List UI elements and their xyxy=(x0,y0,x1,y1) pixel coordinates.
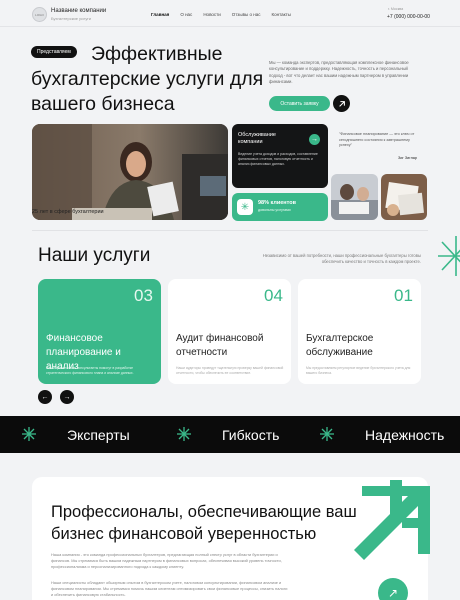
nav-item-reviews[interactable]: Отзывы о нас xyxy=(232,12,261,17)
card-description: Наши финансовые консультанты помогут в р… xyxy=(46,366,134,375)
nav-item-news[interactable]: Новости xyxy=(203,12,220,17)
service-card-description: Ведение учета доходов и расходов, состав… xyxy=(238,152,318,167)
clients-subtitle: довольны услугами xyxy=(258,208,291,212)
asterisk-decoration-icon xyxy=(438,236,460,276)
order-button[interactable]: Оставить заявку xyxy=(269,96,330,111)
about-title: Профессионалы, обеспечивающие ваш бизнес… xyxy=(51,503,357,543)
next-arrow-icon[interactable]: → xyxy=(60,390,74,404)
card-number: 01 xyxy=(394,286,413,305)
quote-author: Зиг Зиглар xyxy=(398,156,418,160)
clients-count: 98% клиентов xyxy=(258,200,296,206)
header-divider xyxy=(0,26,460,27)
logo[interactable]: LOGO xyxy=(32,7,47,22)
about-paragraph-2: Наши специалисты обладают обширным опыто… xyxy=(51,580,288,597)
services-description: Независимо от вашей потребности, наши пр… xyxy=(262,253,421,265)
prev-arrow-icon[interactable]: ← xyxy=(38,390,52,404)
phone-number[interactable]: +7 (000) 000-00-00 xyxy=(387,14,430,20)
company-subtitle: Бухгалтерские услуги xyxy=(51,16,92,21)
service-card-title: Обслуживание компании xyxy=(238,132,276,145)
city-label: г. Москва xyxy=(388,7,404,11)
company-name: Название компании xyxy=(51,8,107,14)
asterisk-icon xyxy=(177,427,191,441)
experience-label: 25 лет в сфере бухгалтерии xyxy=(32,209,104,215)
band-word-experts: Эксперты xyxy=(67,427,130,443)
about-paragraph-1: Наша компания - это команда профессионал… xyxy=(51,552,282,569)
card-title: Аудит финансовой отчетности xyxy=(176,333,264,358)
card-description: Мы предоставляем регулярное ведение бухг… xyxy=(306,366,411,375)
hero-badge: Представляем xyxy=(31,46,77,58)
card-description: Наши аудиторы проведут тщательную провер… xyxy=(176,366,284,375)
main-nav: Главная О нас Новости Отзывы о нас Конта… xyxy=(151,12,291,17)
arrow-up-right-button[interactable]: ↗ xyxy=(378,578,408,600)
card-title: Бухгалтерское обслуживание xyxy=(306,333,374,358)
services-title: Наши услуги xyxy=(38,245,151,266)
hero-description: Мы — команда экспертов, предоставляющая … xyxy=(269,60,409,85)
card-number: 03 xyxy=(134,286,153,305)
nav-item-home[interactable]: Главная xyxy=(151,12,169,17)
nav-item-contacts[interactable]: Контакты xyxy=(271,12,290,17)
hero-photo xyxy=(32,124,228,220)
card-number: 04 xyxy=(264,286,283,305)
star-icon: ✳ xyxy=(237,199,253,215)
band-word-flexibility: Гибкость xyxy=(222,427,280,443)
section-divider xyxy=(32,230,428,231)
nav-item-about[interactable]: О нас xyxy=(180,12,192,17)
arrow-right-icon[interactable]: → xyxy=(309,134,320,145)
logo-text: LOGO xyxy=(35,12,44,17)
asterisk-icon xyxy=(320,427,334,441)
arrow-up-right-icon[interactable] xyxy=(333,95,350,112)
quote-text: "Финансовое планирование — это ключ от с… xyxy=(339,132,415,147)
documents-photo xyxy=(381,174,427,220)
band-word-reliability: Надежность xyxy=(365,427,445,443)
office-photo xyxy=(331,174,378,220)
asterisk-icon xyxy=(22,427,36,441)
